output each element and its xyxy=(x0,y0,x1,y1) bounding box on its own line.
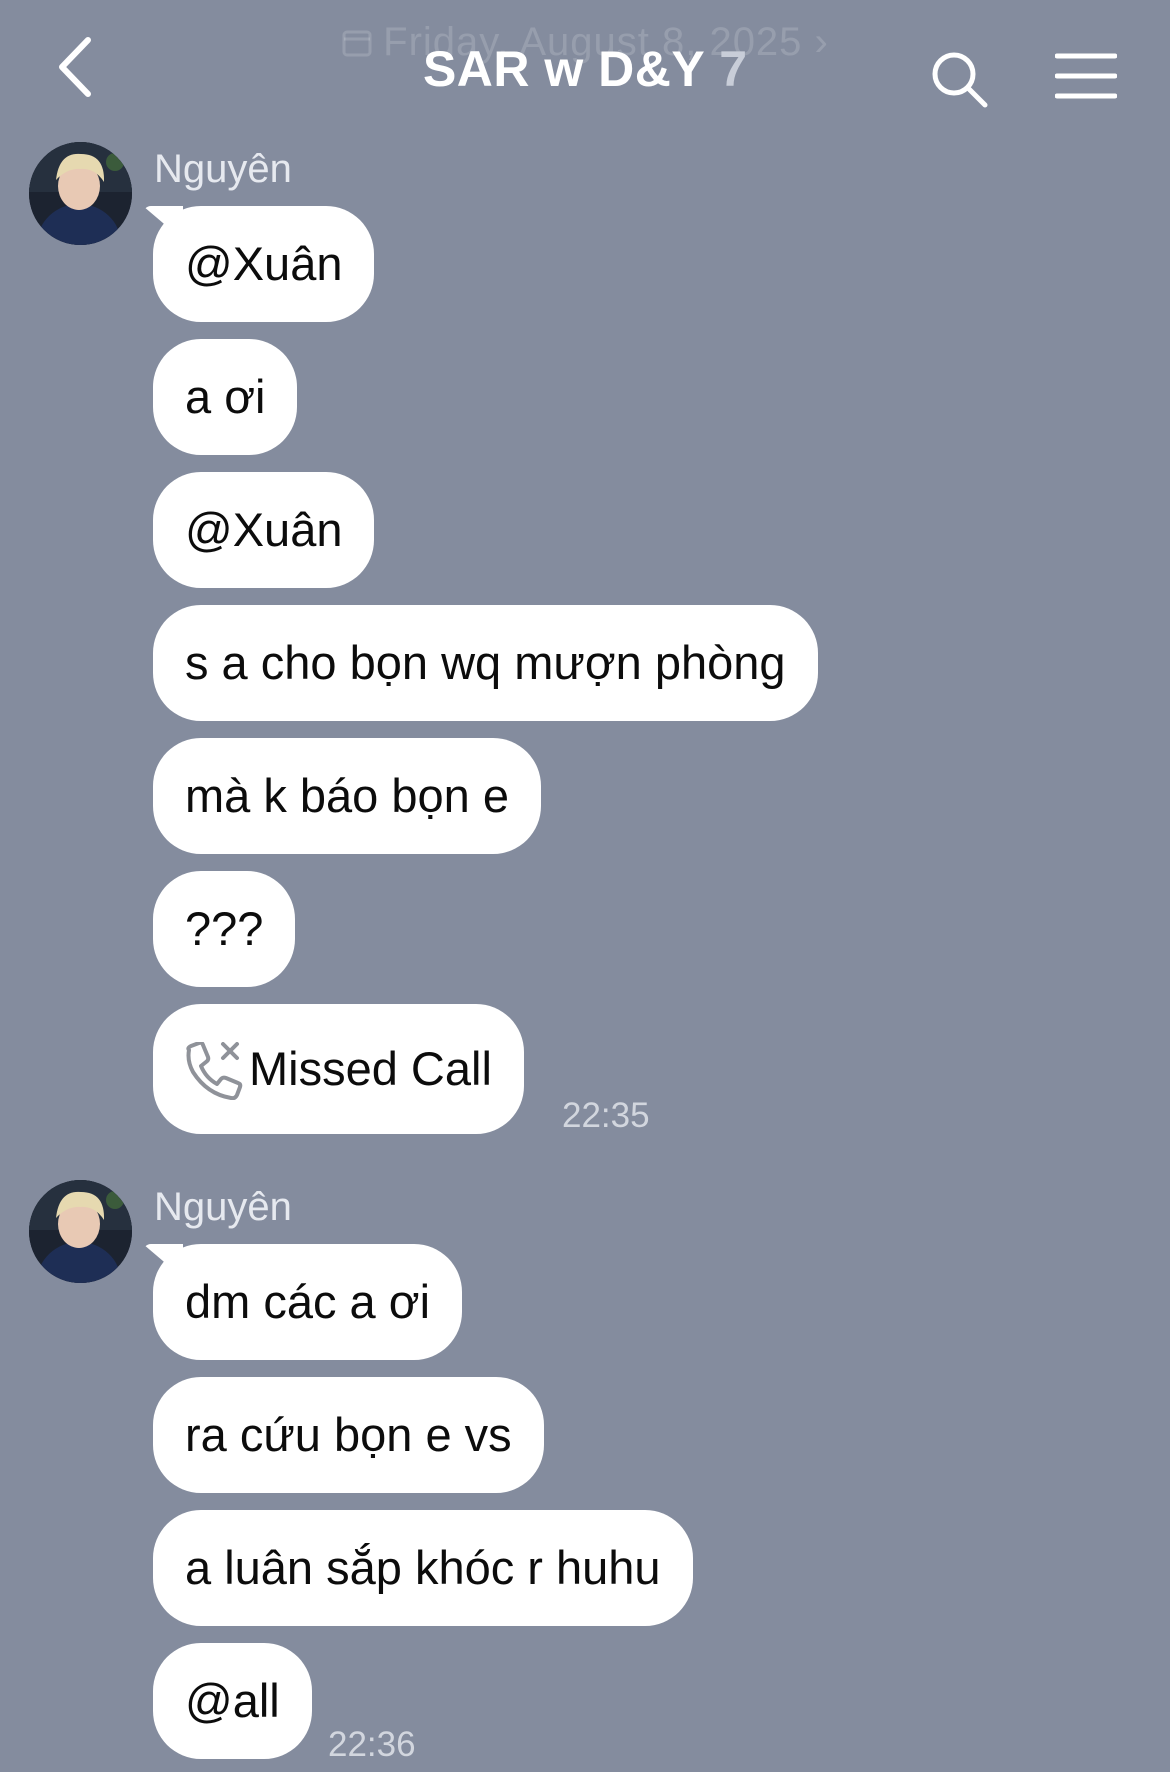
search-icon xyxy=(932,52,988,108)
search-button[interactable] xyxy=(930,50,990,110)
message-time: 22:36 xyxy=(328,1725,416,1764)
sender-name: Nguyên xyxy=(154,1185,292,1229)
avatar[interactable] xyxy=(29,142,132,245)
message-bubble[interactable]: dm các a ơi xyxy=(153,1244,463,1360)
message-bubble[interactable]: mà k báo bọn e xyxy=(153,738,541,854)
message-bubble[interactable]: @all xyxy=(153,1643,312,1759)
message-bubble[interactable]: a ơi xyxy=(153,339,298,455)
menu-icon xyxy=(1054,53,1118,99)
message-bubble[interactable]: a luân sắp khóc r huhu xyxy=(153,1510,693,1626)
sender-name: Nguyên xyxy=(154,147,292,191)
chat-title: SAR w D&Y xyxy=(422,41,706,97)
chat-header: Friday, August 8, 2025 › SAR w D&Y 7 xyxy=(0,0,1170,130)
missed-call-icon xyxy=(186,1042,243,1100)
missed-call-bubble[interactable]: Missed Call xyxy=(153,1004,524,1134)
avatar-photo xyxy=(29,142,132,245)
message-time: 22:35 xyxy=(562,1096,650,1135)
member-count: 7 xyxy=(719,41,748,97)
avatar-photo xyxy=(29,1180,132,1283)
avatar[interactable] xyxy=(29,1180,132,1283)
message-bubble[interactable]: s a cho bọn wq mượn phòng xyxy=(153,605,818,721)
chat-title-area[interactable]: SAR w D&Y 7 xyxy=(0,40,1170,98)
menu-button[interactable] xyxy=(1054,52,1118,100)
missed-call-label: Missed Call xyxy=(249,1042,492,1095)
message-bubble[interactable]: @Xuân xyxy=(153,206,375,322)
chat-screen: Friday, August 8, 2025 › SAR w D&Y 7 Ngu… xyxy=(0,0,1170,1772)
message-bubble[interactable]: ra cứu bọn e vs xyxy=(153,1377,544,1493)
message-bubble[interactable]: @Xuân xyxy=(153,472,375,588)
message-bubble[interactable]: ??? xyxy=(153,871,296,987)
